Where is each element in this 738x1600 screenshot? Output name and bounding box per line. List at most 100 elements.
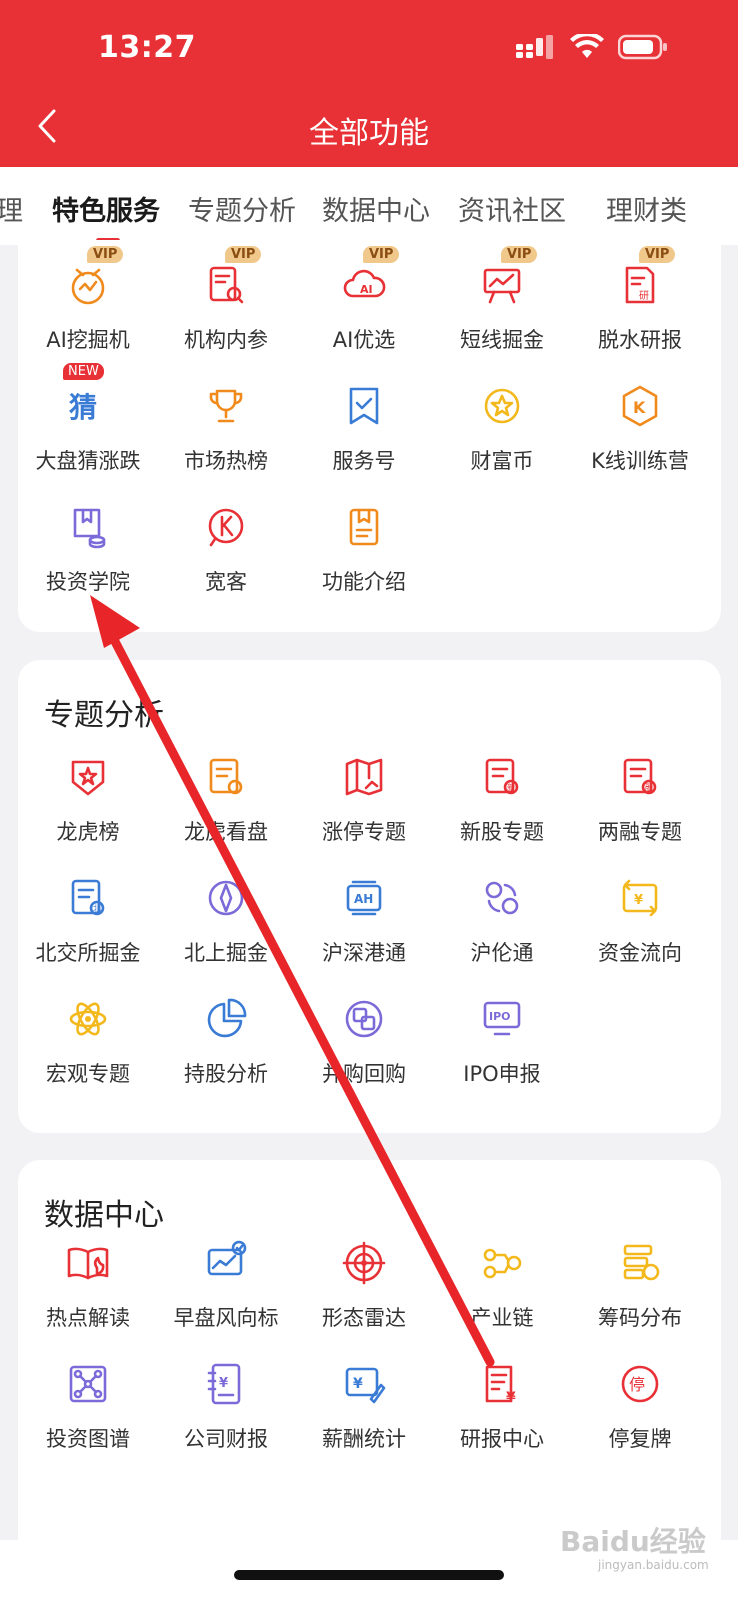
function-item[interactable]: 投资图谱 <box>18 1359 158 1453</box>
function-item[interactable]: 持股分析 <box>156 994 296 1088</box>
function-item[interactable]: IPO IPO申报 <box>432 994 572 1088</box>
section-title-data: 数据中心 <box>44 1198 164 1233</box>
function-item[interactable]: AI VIP AI优选 <box>294 246 434 354</box>
function-item-label: 脱水研报 <box>598 328 682 352</box>
function-item-label: 投资学院 <box>46 570 130 594</box>
home-indicator[interactable] <box>234 1570 504 1580</box>
function-item[interactable]: ¥ 资金流向 <box>570 873 710 967</box>
margin-icon: 融 <box>615 752 665 802</box>
function-item[interactable]: 涨停专题 <box>294 752 434 846</box>
battery-icon <box>617 34 668 64</box>
svg-text:¥: ¥ <box>506 1390 516 1406</box>
svg-text:猜: 猜 <box>69 391 97 424</box>
function-item[interactable]: 融两融专题 <box>570 752 710 846</box>
signal-icon <box>516 35 556 63</box>
function-item[interactable]: 财富币 <box>432 381 572 475</box>
function-item[interactable]: VIP 短线掘金 <box>432 246 572 354</box>
function-item[interactable]: 猜 NEW 大盘猜涨跌 <box>18 363 158 475</box>
function-item-label: 投资图谱 <box>46 1427 130 1451</box>
function-item-label: 北交所掘金 <box>35 941 141 965</box>
function-item[interactable]: 停停复牌 <box>570 1359 710 1453</box>
function-item-label: 短线掘金 <box>460 328 544 352</box>
app-header: 13:27 全部功能 <box>0 0 738 167</box>
function-item[interactable]: 北北交所掘金 <box>18 873 158 967</box>
function-item-label: 早盘风向标 <box>173 1306 279 1330</box>
limit-up-map-icon <box>339 752 389 802</box>
function-item[interactable]: 新新股专题 <box>432 752 572 846</box>
function-item[interactable]: 龙虎榜 <box>18 752 158 846</box>
svg-text:IPO: IPO <box>489 1010 511 1023</box>
function-item[interactable]: 宏观专题 <box>18 994 158 1088</box>
tab-wealth-products[interactable]: 理财类 <box>606 189 687 228</box>
tab-data-center[interactable]: 数据中心 <box>322 189 430 228</box>
function-item[interactable]: 并购回购 <box>294 994 434 1088</box>
kline-hex-icon: K <box>615 381 665 431</box>
function-item[interactable]: 早盘风向标 <box>156 1238 296 1332</box>
guess-icon: 猜 NEW <box>63 363 113 431</box>
quant-k-icon <box>201 502 251 552</box>
function-item-label: IPO申报 <box>463 1062 541 1086</box>
function-item[interactable]: ¥ 薪酬统计 <box>294 1359 434 1453</box>
function-item-label: 财富币 <box>470 449 534 473</box>
function-item-label: 龙虎看盘 <box>184 820 268 844</box>
function-item[interactable]: 北上掘金 <box>156 873 296 967</box>
ai-cloud-icon: AI VIP <box>339 246 400 310</box>
function-item[interactable]: 宽客 <box>156 502 296 596</box>
watermark-url: jingyan.baidu.com <box>598 1558 709 1572</box>
institution-report-icon: VIP <box>201 246 262 310</box>
function-item[interactable]: 功能介绍 <box>294 502 434 596</box>
wifi-icon <box>570 31 604 64</box>
function-item[interactable]: VIP AI挖掘机 <box>18 246 158 354</box>
function-item[interactable]: ¥ 研报中心 <box>432 1359 572 1453</box>
bookmark-check-icon <box>339 381 389 431</box>
featured-services-card: VIP AI挖掘机 VIP 机构内参 AI VIP AI优选 VIP 短线掘金 研 VIP 脱水研报猜… <box>18 240 721 632</box>
function-item-label: 机构内参 <box>184 328 268 352</box>
ah-connect-icon: AH <box>339 873 389 923</box>
tab-topic-analysis[interactable]: 专题分析 <box>188 189 296 228</box>
function-item[interactable]: 投资学院 <box>18 502 158 596</box>
function-item-label: 北上掘金 <box>184 941 268 965</box>
function-item[interactable]: 研 VIP 脱水研报 <box>570 246 710 354</box>
fund-flow-icon: ¥ <box>615 873 665 923</box>
function-item-label: K线训练营 <box>591 449 689 473</box>
vip-badge: VIP <box>501 246 538 263</box>
function-item-label: 宽客 <box>205 570 247 594</box>
function-item-label: 两融专题 <box>598 820 682 844</box>
function-item[interactable]: VIP 机构内参 <box>156 246 296 354</box>
tab-featured-services[interactable]: 特色服务 <box>52 189 160 228</box>
svg-text:¥: ¥ <box>353 1376 363 1392</box>
function-item[interactable]: 筹码分布 <box>570 1238 710 1332</box>
function-item-label: 新股专题 <box>460 820 544 844</box>
function-item[interactable]: 形态雷达 <box>294 1238 434 1332</box>
svg-text:新: 新 <box>507 782 515 792</box>
status-time: 13:27 <box>98 30 196 65</box>
ai-dig-icon: VIP <box>63 246 124 310</box>
chain-icon <box>477 1238 527 1288</box>
research-center-icon: ¥ <box>477 1359 527 1409</box>
function-item[interactable]: K K线训练营 <box>570 381 710 475</box>
function-item[interactable]: 龙虎看盘 <box>156 752 296 846</box>
function-item[interactable]: 沪伦通 <box>432 873 572 967</box>
function-item[interactable]: 服务号 <box>294 381 434 475</box>
tab-news-community[interactable]: 资讯社区 <box>458 189 566 228</box>
function-item[interactable]: AH 沪深港通 <box>294 873 434 967</box>
vip-badge: VIP <box>87 246 124 263</box>
svg-text:¥: ¥ <box>634 893 643 908</box>
function-item[interactable]: 热点解读 <box>18 1238 158 1332</box>
coin-star-icon <box>477 381 527 431</box>
function-item-label: 沪伦通 <box>470 941 534 965</box>
tab-wealth-management-partial[interactable]: 理 <box>0 189 23 228</box>
function-item[interactable]: 产业链 <box>432 1238 572 1332</box>
bse-icon: 北 <box>63 873 113 923</box>
ipo-icon: IPO <box>477 994 527 1044</box>
function-item-label: 持股分析 <box>184 1062 268 1086</box>
function-intro-icon <box>339 502 389 552</box>
function-item[interactable]: ¥ 公司财报 <box>156 1359 296 1453</box>
function-item[interactable]: 市场热榜 <box>156 381 296 475</box>
topic-analysis-card: 专题分析 龙虎榜 龙虎看盘 涨停专题新新股专题融两融专题北北交所掘金 北上掘金 AH 沪深… <box>18 660 721 1133</box>
function-item-label: 功能介绍 <box>322 570 406 594</box>
function-item-label: 大盘猜涨跌 <box>35 449 141 473</box>
svg-text:北: 北 <box>93 904 101 913</box>
pie-chart-icon <box>201 994 251 1044</box>
function-item-label: 热点解读 <box>46 1306 130 1330</box>
